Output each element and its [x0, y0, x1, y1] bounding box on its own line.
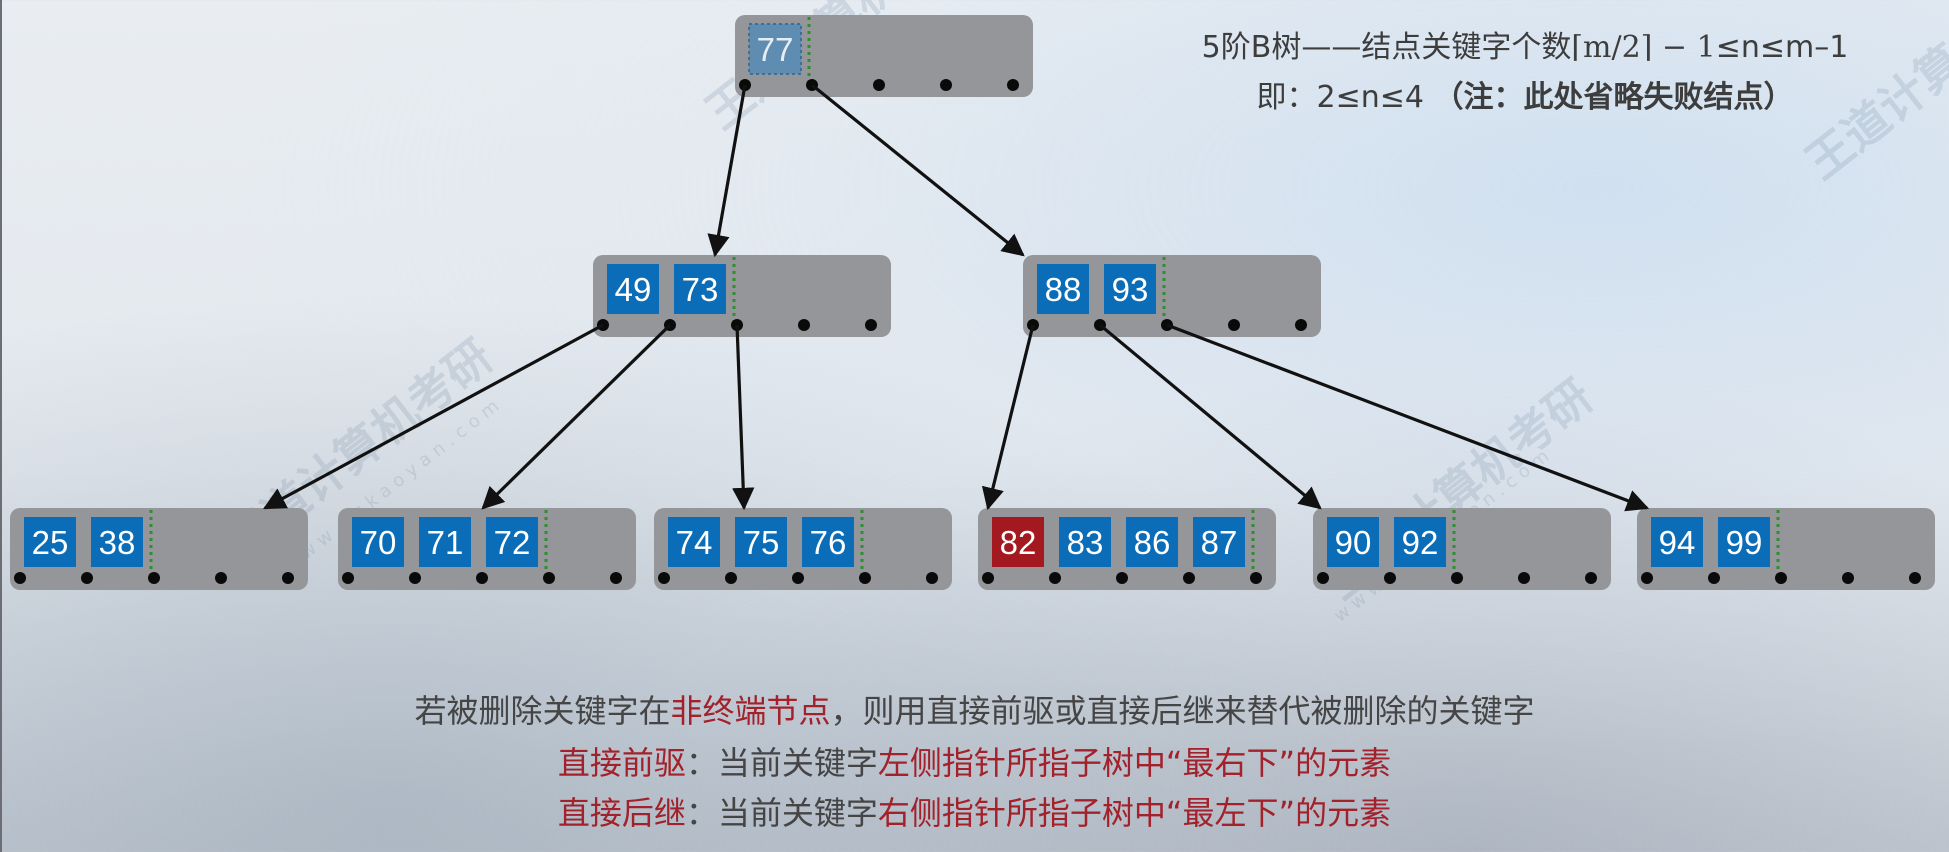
explanation-line-1: 若被删除关键字在非终端节点，则用直接前驱或直接后继来替代被删除的关键字: [0, 686, 1949, 732]
pointer-dot: [1116, 572, 1128, 584]
title-prefix: 5阶B树——结点关键字个数: [1201, 30, 1572, 65]
pointer-dot: [1007, 79, 1019, 91]
pointer-dot: [1295, 319, 1307, 331]
pointer-dot: [798, 319, 810, 331]
key-value: 73: [682, 271, 719, 308]
pointer-dot: [543, 572, 555, 584]
btree-node-leaf_74_75_76: 74 75 76: [654, 508, 952, 590]
predecessor-text: ：当前关键字: [685, 744, 878, 782]
pointer-dot: [1775, 572, 1787, 584]
edge-n88_93-to-leaf_94_99: [1166, 323, 1650, 512]
successor-label: 直接后继: [557, 794, 686, 832]
pointer-dot: [658, 572, 670, 584]
pointer-dot: [792, 572, 804, 584]
edge-n88_93-to-leaf_90_92: [1098, 323, 1322, 510]
title-suffix: ≤n≤m–1: [1715, 30, 1849, 65]
key-value: 92: [1402, 524, 1439, 561]
key-value: 99: [1726, 524, 1763, 561]
explanation-text: 若被删除关键字在: [414, 692, 671, 730]
key-value: 71: [427, 524, 464, 561]
key-value: 93: [1112, 271, 1149, 308]
btree-node-leaf_94_99: 94 99: [1637, 508, 1935, 590]
title-range: 即：2≤n≤4: [1256, 80, 1434, 115]
pointer-dot: [14, 572, 26, 584]
key-value: 94: [1659, 524, 1696, 561]
predecessor-highlight: 左侧指针所指子树中“最右下”的元素: [877, 744, 1392, 782]
title-formula: ⌈m/2⌉ − 1: [1571, 30, 1716, 65]
btree-node-n88_93: 88 93: [1023, 255, 1321, 337]
key-value: 70: [360, 524, 397, 561]
pointer-dot: [1317, 572, 1329, 584]
btree-node-leaf_70_71_72: 70 71 72: [338, 508, 636, 590]
key-value: 75: [743, 524, 780, 561]
pointer-dot: [859, 572, 871, 584]
key-value: 88: [1045, 271, 1082, 308]
key-value: 90: [1335, 524, 1372, 561]
pointer-dot: [873, 79, 885, 91]
title-note: （注：此处省略失败结点）: [1433, 80, 1794, 115]
btree-node-leaf_82_83_86_87: 82 83 86 87: [978, 508, 1276, 590]
btree-node-n49_73: 49 73: [593, 255, 891, 337]
successor-text: ：当前关键字: [685, 794, 878, 832]
key-value: 72: [494, 524, 531, 561]
key-value: 25: [32, 524, 69, 561]
key-value: 49: [615, 271, 652, 308]
edge-n49_73-to-leaf_25_38: [263, 323, 604, 510]
key-value: 87: [1201, 524, 1238, 561]
key-value: 76: [810, 524, 847, 561]
pointer-dot: [148, 572, 160, 584]
pointer-dot: [610, 572, 622, 584]
pointer-dot: [1049, 572, 1061, 584]
pointer-dot: [1909, 572, 1921, 584]
pointer-dot: [1451, 572, 1463, 584]
pointer-dot: [1228, 319, 1240, 331]
edge-root-to-n49_73: [707, 84, 747, 258]
edge-n49_73-to-leaf_70_71_72: [481, 323, 672, 510]
pointer-dot: [1585, 572, 1597, 584]
edge-root-to-n88_93: [810, 83, 1025, 257]
edge-layer: [263, 83, 1650, 512]
pointer-dot: [982, 572, 994, 584]
predecessor-rule: 直接前驱：当前关键字左侧指针所指子树中“最右下”的元素: [0, 738, 1949, 784]
btree-node-leaf_90_92: 90 92: [1313, 508, 1611, 590]
pointer-dot: [342, 572, 354, 584]
explanation-text: ，则用直接前驱或直接后继来替代被删除的关键字: [830, 692, 1535, 730]
pointer-dot: [1250, 572, 1262, 584]
pointer-dot: [282, 572, 294, 584]
successor-rule: 直接后继：当前关键字右侧指针所指子树中“最左下”的元素: [0, 788, 1949, 834]
pointer-dot: [409, 572, 421, 584]
pointer-dot: [1842, 572, 1854, 584]
key-value: 83: [1067, 524, 1104, 561]
slide: 王道计算机考研 www.cskaoyan.com 王道计算机考研 www.csk…: [0, 0, 1949, 852]
edge-n88_93-to-leaf_82_83_86_87: [981, 324, 1035, 511]
pointer-dot: [215, 572, 227, 584]
pointer-dot: [1518, 572, 1530, 584]
pointer-dot: [1641, 572, 1653, 584]
key-value: 86: [1134, 524, 1171, 561]
title-line-2: 即：2≤n≤4 （注：此处省略失败结点）: [1145, 72, 1905, 116]
key-value: 77: [757, 31, 794, 68]
key-value: 74: [676, 524, 713, 561]
edge-n49_73-to-leaf_74_75_76: [732, 324, 755, 511]
pointer-dot: [926, 572, 938, 584]
pointer-dot: [865, 319, 877, 331]
btree-node-root: 77: [735, 15, 1033, 97]
title-line-1: 5阶B树——结点关键字个数⌈m/2⌉ − 1≤n≤m–1: [1145, 22, 1905, 66]
successor-highlight: 右侧指针所指子树中“最左下”的元素: [877, 794, 1392, 832]
pointer-dot: [1384, 572, 1396, 584]
btree-node-leaf_25_38: 25 38: [10, 508, 308, 590]
pointer-dot: [81, 572, 93, 584]
pointer-dot: [940, 79, 952, 91]
predecessor-label: 直接前驱: [557, 744, 686, 782]
pointer-dot: [476, 572, 488, 584]
pointer-dot: [1708, 572, 1720, 584]
pointer-dot: [725, 572, 737, 584]
pointer-dot: [1183, 572, 1195, 584]
key-value: 82: [1000, 524, 1037, 561]
key-value: 38: [99, 524, 136, 561]
explanation-highlight: 非终端节点: [670, 692, 831, 730]
